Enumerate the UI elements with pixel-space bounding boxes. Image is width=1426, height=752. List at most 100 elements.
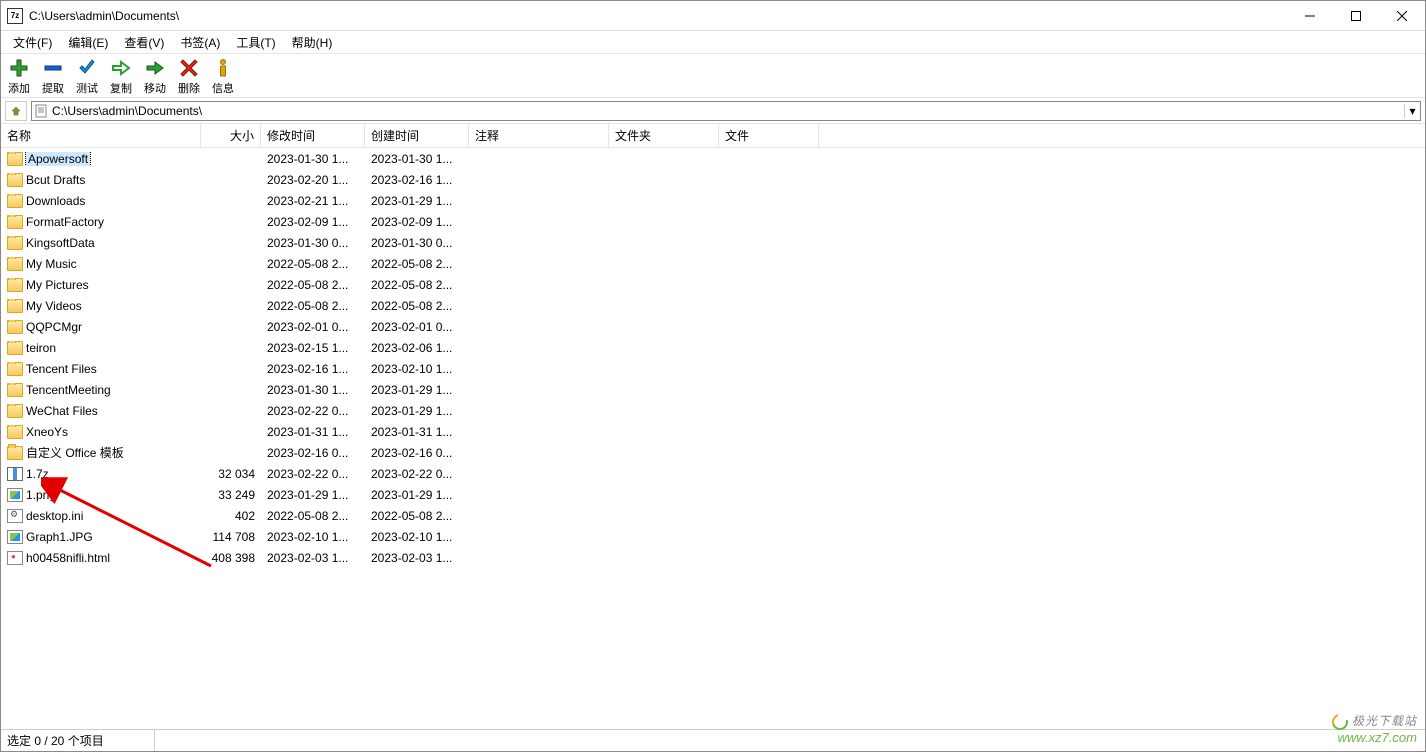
file-row[interactable]: TencentMeeting 2023-01-30 1... 2023-01-2… xyxy=(1,379,1425,400)
file-row[interactable]: 自定义 Office 模板 2023-02-16 0... 2023-02-16… xyxy=(1,442,1425,463)
file-row[interactable]: desktop.ini 402 2022-05-08 2... 2022-05-… xyxy=(1,505,1425,526)
file-ctime: 2023-02-01 0... xyxy=(365,320,469,334)
menu-item-0[interactable]: 文件(F) xyxy=(5,32,60,53)
file-mtime: 2023-01-29 1... xyxy=(261,488,365,502)
file-name: QQPCMgr xyxy=(26,320,82,334)
column-header-comment[interactable]: 注释 xyxy=(469,124,609,147)
file-name: 1.png xyxy=(26,488,56,502)
file-ctime: 2023-01-29 1... xyxy=(365,194,469,208)
status-bar: 选定 0 / 20 个项目 xyxy=(1,729,1425,751)
file-row[interactable]: Bcut Drafts 2023-02-20 1... 2023-02-16 1… xyxy=(1,169,1425,190)
file-mtime: 2023-02-15 1... xyxy=(261,341,365,355)
html-icon xyxy=(7,551,23,565)
file-list[interactable]: Apowersoft 2023-01-30 1... 2023-01-30 1.… xyxy=(1,148,1425,736)
column-header-name[interactable]: 名称 xyxy=(1,124,201,147)
file-name: WeChat Files xyxy=(26,404,98,418)
folder-icon xyxy=(7,257,23,271)
file-row[interactable]: FormatFactory 2023-02-09 1... 2023-02-09… xyxy=(1,211,1425,232)
folder-icon xyxy=(7,236,23,250)
file-ctime: 2023-02-09 1... xyxy=(365,215,469,229)
column-header-folders[interactable]: 文件夹 xyxy=(609,124,719,147)
file-mtime: 2023-01-30 1... xyxy=(261,152,365,166)
file-row[interactable]: Apowersoft 2023-01-30 1... 2023-01-30 1.… xyxy=(1,148,1425,169)
app-icon: 7z xyxy=(7,8,23,24)
file-size: 32 034 xyxy=(201,467,261,481)
column-header-files[interactable]: 文件 xyxy=(719,124,819,147)
file-mtime: 2023-02-01 0... xyxy=(261,320,365,334)
maximize-button[interactable] xyxy=(1333,1,1379,31)
toolbar-plus-button[interactable]: 添加 xyxy=(5,56,33,96)
close-button[interactable] xyxy=(1379,1,1425,31)
toolbar-minus-button[interactable]: 提取 xyxy=(39,56,67,96)
file-name: TencentMeeting xyxy=(26,383,111,397)
column-header-size[interactable]: 大小 xyxy=(201,124,261,147)
folder-icon xyxy=(7,362,23,376)
file-row[interactable]: 1.7z 32 034 2023-02-22 0... 2023-02-22 0… xyxy=(1,463,1425,484)
path-input[interactable] xyxy=(50,104,1404,118)
file-name: Downloads xyxy=(26,194,85,208)
file-ctime: 2023-01-30 1... xyxy=(365,152,469,166)
file-row[interactable]: Tencent Files 2023-02-16 1... 2023-02-10… xyxy=(1,358,1425,379)
menu-item-1[interactable]: 编辑(E) xyxy=(60,32,116,53)
menu-item-3[interactable]: 书签(A) xyxy=(172,32,228,53)
column-header-mtime[interactable]: 修改时间 xyxy=(261,124,365,147)
menu-item-2[interactable]: 查看(V) xyxy=(116,32,172,53)
file-name: teiron xyxy=(26,341,56,355)
toolbar-info-button[interactable]: 信息 xyxy=(209,56,237,96)
file-ctime: 2023-02-16 0... xyxy=(365,446,469,460)
file-ctime: 2023-01-29 1... xyxy=(365,488,469,502)
file-row[interactable]: Downloads 2023-02-21 1... 2023-01-29 1..… xyxy=(1,190,1425,211)
toolbar-label: 信息 xyxy=(212,80,234,96)
file-ctime: 2023-02-22 0... xyxy=(365,467,469,481)
path-bar: ▾ xyxy=(1,98,1425,124)
file-size: 408 398 xyxy=(201,551,261,565)
file-name: FormatFactory xyxy=(26,215,104,229)
file-row[interactable]: Graph1.JPG 114 708 2023-02-10 1... 2023-… xyxy=(1,526,1425,547)
path-dropdown-icon[interactable]: ▾ xyxy=(1404,104,1420,118)
file-row[interactable]: XneoYs 2023-01-31 1... 2023-01-31 1... xyxy=(1,421,1425,442)
file-ctime: 2023-01-29 1... xyxy=(365,404,469,418)
file-mtime: 2023-02-20 1... xyxy=(261,173,365,187)
file-mtime: 2022-05-08 2... xyxy=(261,278,365,292)
file-row[interactable]: My Pictures 2022-05-08 2... 2022-05-08 2… xyxy=(1,274,1425,295)
file-name: My Music xyxy=(26,257,77,271)
file-name: Tencent Files xyxy=(26,362,97,376)
toolbar-label: 测试 xyxy=(76,80,98,96)
file-ctime: 2022-05-08 2... xyxy=(365,299,469,313)
file-mtime: 2023-02-10 1... xyxy=(261,530,365,544)
menu-item-5[interactable]: 帮助(H) xyxy=(284,32,341,53)
file-name: XneoYs xyxy=(26,425,68,439)
toolbar: 添加提取测试复制移动删除信息 xyxy=(1,53,1425,98)
file-name: h00458nifli.html xyxy=(26,551,110,565)
toolbar-arrow-right-solid-button[interactable]: 移动 xyxy=(141,56,169,96)
file-row[interactable]: My Music 2022-05-08 2... 2022-05-08 2... xyxy=(1,253,1425,274)
toolbar-check-button[interactable]: 测试 xyxy=(73,56,101,96)
file-row[interactable]: h00458nifli.html 408 398 2023-02-03 1...… xyxy=(1,547,1425,568)
file-name: 1.7z xyxy=(26,467,49,481)
file-mtime: 2023-02-22 0... xyxy=(261,467,365,481)
toolbar-arrow-right-hollow-button[interactable]: 复制 xyxy=(107,56,135,96)
file-mtime: 2023-01-30 0... xyxy=(261,236,365,250)
file-name: Bcut Drafts xyxy=(26,173,85,187)
folder-icon xyxy=(7,299,23,313)
menu-item-4[interactable]: 工具(T) xyxy=(228,32,283,53)
minimize-button[interactable] xyxy=(1287,1,1333,31)
arrow-right-hollow-icon xyxy=(111,58,131,78)
file-mtime: 2023-02-16 0... xyxy=(261,446,365,460)
file-ctime: 2023-02-06 1... xyxy=(365,341,469,355)
file-row[interactable]: 1.png 33 249 2023-01-29 1... 2023-01-29 … xyxy=(1,484,1425,505)
file-name: 自定义 Office 模板 xyxy=(26,444,124,461)
file-ctime: 2023-02-03 1... xyxy=(365,551,469,565)
column-header-row: 名称大小修改时间创建时间注释文件夹文件 xyxy=(1,124,1425,148)
file-row[interactable]: teiron 2023-02-15 1... 2023-02-06 1... xyxy=(1,337,1425,358)
column-header-ctime[interactable]: 创建时间 xyxy=(365,124,469,147)
file-row[interactable]: My Videos 2022-05-08 2... 2022-05-08 2..… xyxy=(1,295,1425,316)
file-mtime: 2022-05-08 2... xyxy=(261,257,365,271)
file-row[interactable]: WeChat Files 2023-02-22 0... 2023-01-29 … xyxy=(1,400,1425,421)
file-row[interactable]: KingsoftData 2023-01-30 0... 2023-01-30 … xyxy=(1,232,1425,253)
toolbar-cross-button[interactable]: 删除 xyxy=(175,56,203,96)
file-row[interactable]: QQPCMgr 2023-02-01 0... 2023-02-01 0... xyxy=(1,316,1425,337)
image-icon xyxy=(7,530,23,544)
file-name: desktop.ini xyxy=(26,509,83,523)
up-button[interactable] xyxy=(5,101,27,121)
